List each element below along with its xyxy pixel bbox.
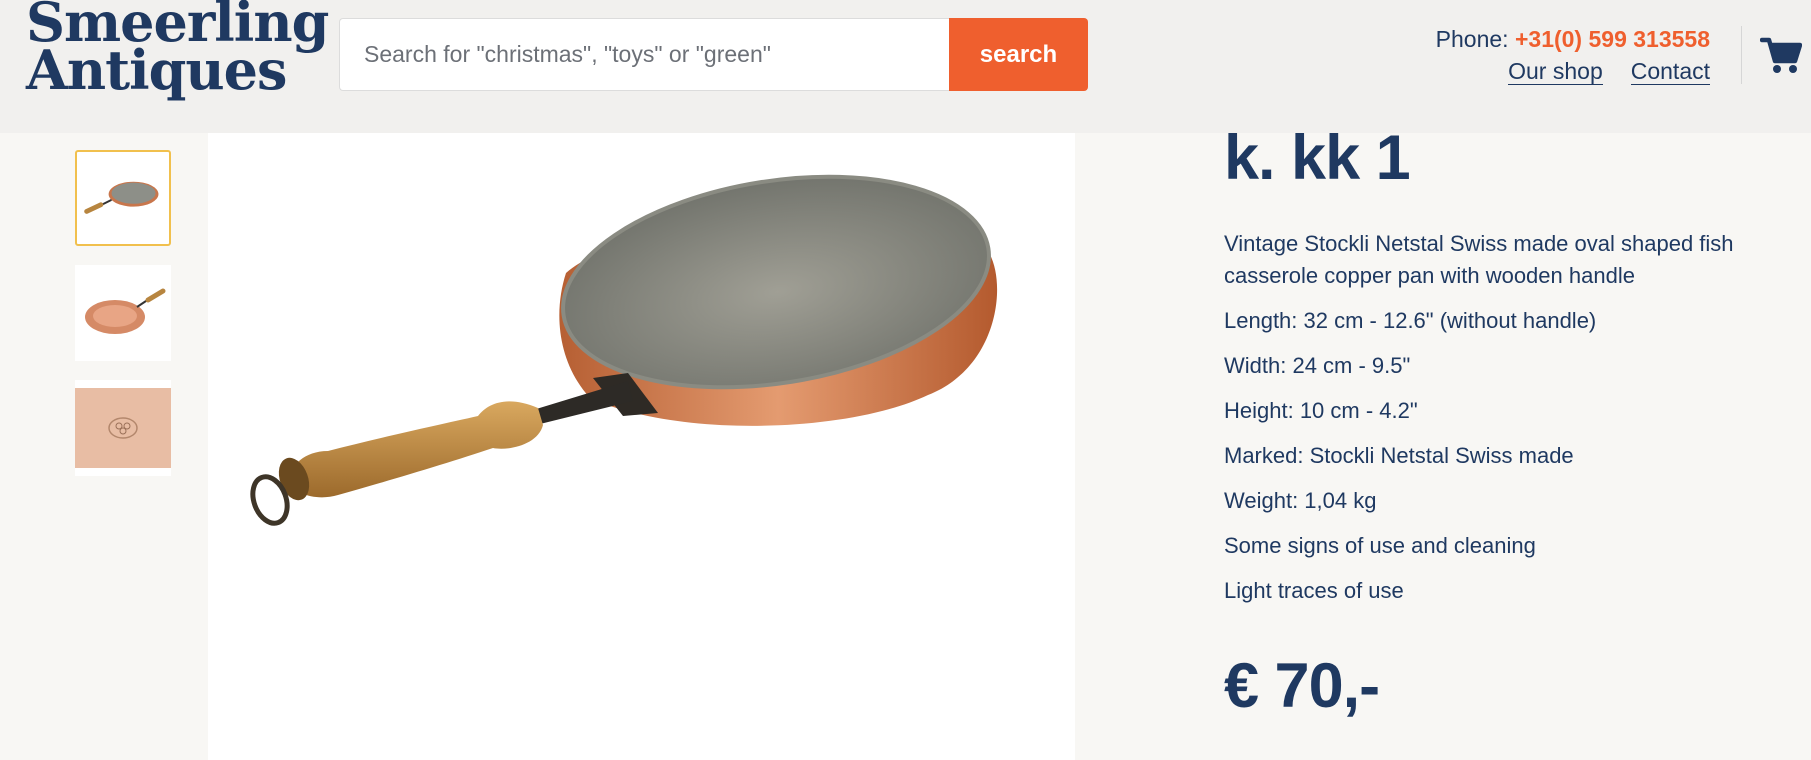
nav-link-our-shop[interactable]: Our shop <box>1508 58 1603 85</box>
logo-line-2: Antiques <box>26 38 287 102</box>
product-description: Vintage Stockli Netstal Swiss made oval … <box>1224 228 1784 620</box>
site-header: Smeerling Antiques search Phone: +31(0) … <box>0 0 1811 133</box>
pan-bottom-thumbnail-image <box>85 288 166 334</box>
phone-label: Phone: <box>1435 26 1515 52</box>
spec-height: Height: 10 cm - 4.2" <box>1224 398 1418 423</box>
site-logo[interactable]: Smeerling Antiques <box>26 0 329 102</box>
maker-mark-thumbnail-image <box>75 388 171 468</box>
thumbnail-pan-bottom-view[interactable] <box>75 265 171 361</box>
thumbnail-maker-mark[interactable] <box>75 380 171 476</box>
copper-pan-illustration <box>250 174 998 526</box>
spec-marked: Marked: Stockli Netstal Swiss made <box>1224 443 1574 468</box>
spec-length: Length: 32 cm - 12.6" (without handle) <box>1224 308 1597 333</box>
main-product-image[interactable] <box>208 133 1075 760</box>
spec-width: Width: 24 cm - 9.5" <box>1224 353 1411 378</box>
product-title: k. kk 1 <box>1224 123 1411 193</box>
phone-line: Phone: +31(0) 599 313558 <box>1436 24 1710 54</box>
phone-number-link[interactable]: +31(0) 599 313558 <box>1515 26 1710 52</box>
shopping-cart-icon[interactable] <box>1759 34 1803 76</box>
nav-link-contact[interactable]: Contact <box>1630 58 1710 85</box>
product-price: € 70,- <box>1224 651 1380 721</box>
header-nav: Our shop Contact <box>1436 56 1710 86</box>
search-button[interactable]: search <box>949 18 1088 91</box>
condition-note-2: Light traces of use <box>1224 578 1404 603</box>
condition-note: Some signs of use and cleaning <box>1224 533 1536 558</box>
search-field-wrapper <box>339 18 949 91</box>
pan-thumbnail-image <box>84 181 159 214</box>
contact-area: Phone: +31(0) 599 313558 Our shop Contact <box>1436 24 1710 86</box>
description-text: Vintage Stockli Netstal Swiss made oval … <box>1224 231 1734 288</box>
spec-weight: Weight: 1,04 kg <box>1224 488 1377 513</box>
header-divider <box>1741 26 1742 84</box>
thumbnail-pan-top-view[interactable] <box>75 150 171 246</box>
search-input[interactable] <box>340 19 949 90</box>
